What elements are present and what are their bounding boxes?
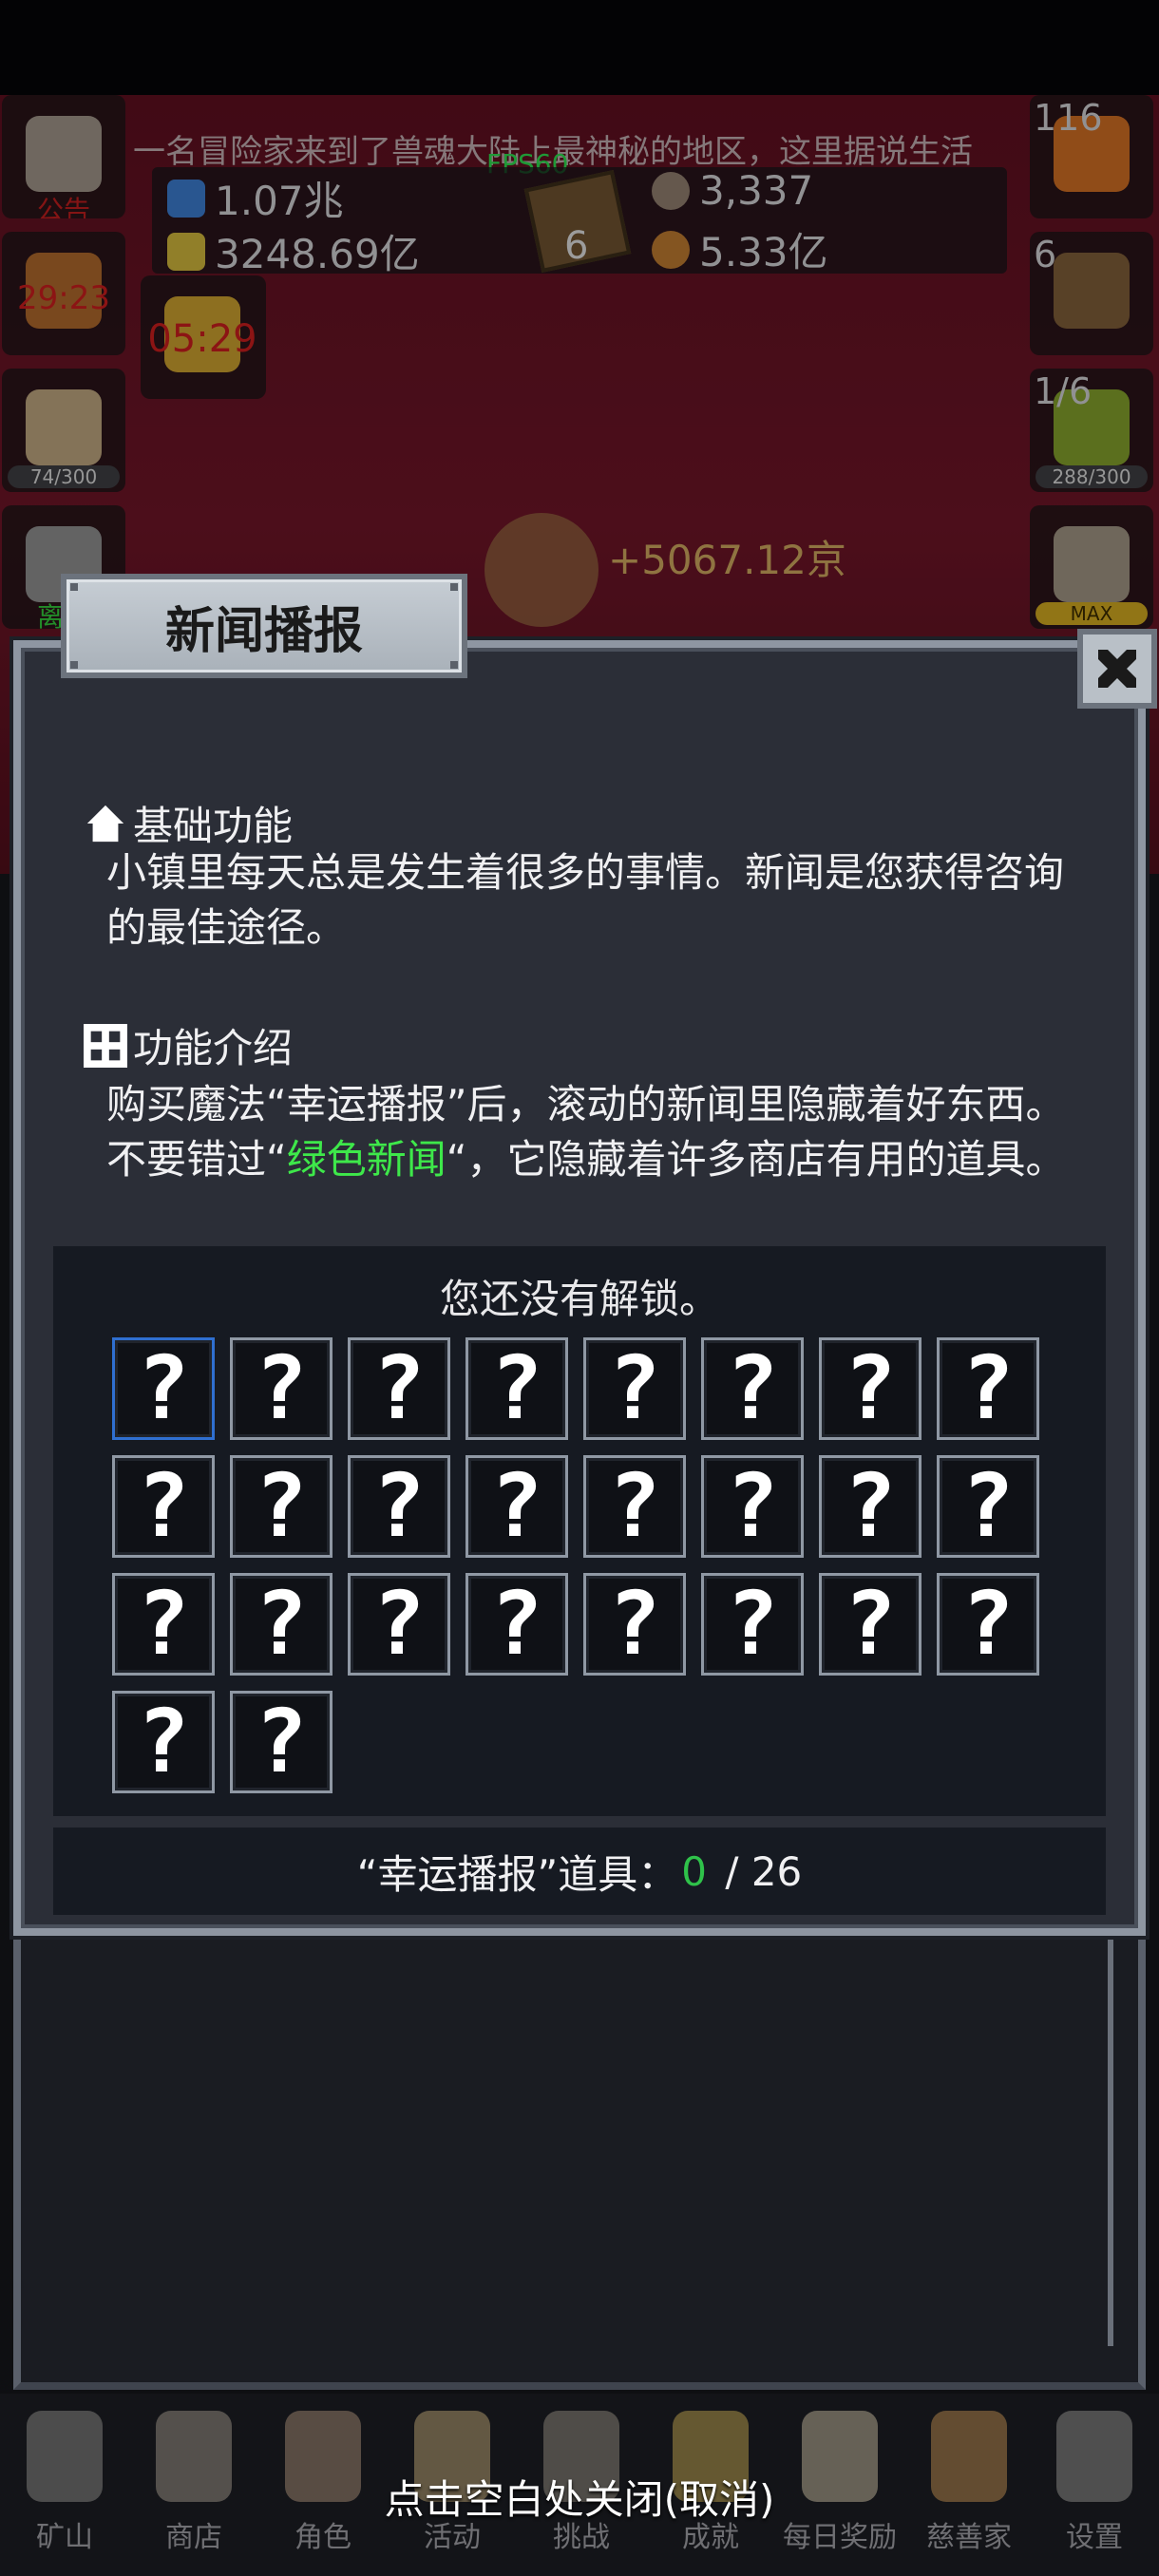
- rivet-icon: [450, 583, 458, 591]
- rivet-icon: [70, 583, 78, 591]
- locked-item-cell[interactable]: ?: [112, 1455, 215, 1558]
- locked-item-cell[interactable]: ?: [466, 1455, 568, 1558]
- question-mark-icon: ?: [844, 1573, 897, 1675]
- counter-total: 26: [750, 1847, 803, 1895]
- question-mark-icon: ?: [255, 1337, 308, 1439]
- locked-message: 您还没有解锁。: [439, 1276, 719, 1322]
- item-counter: “幸运播报”道具： 0 / 26: [53, 1828, 1106, 1915]
- locked-item-cell[interactable]: ?: [348, 1337, 450, 1440]
- question-mark-icon: ?: [844, 1455, 897, 1557]
- rivet-icon: [450, 661, 458, 669]
- question-mark-icon: ?: [255, 1691, 308, 1792]
- locked-item-cell[interactable]: ?: [701, 1337, 804, 1440]
- locked-item-cell[interactable]: ?: [230, 1573, 332, 1676]
- locked-item-cell[interactable]: ?: [230, 1455, 332, 1558]
- question-mark-icon: ?: [490, 1573, 543, 1675]
- question-mark-icon: ?: [961, 1573, 1015, 1675]
- locked-item-cell[interactable]: ?: [819, 1337, 922, 1440]
- rivet-icon: [70, 661, 78, 669]
- dialog-lower-area: [13, 1928, 1146, 2390]
- locked-item-cell[interactable]: ?: [583, 1455, 686, 1558]
- question-mark-icon: ?: [490, 1337, 543, 1439]
- close-button[interactable]: [1077, 629, 1157, 709]
- question-mark-icon: ?: [726, 1455, 779, 1557]
- locked-item-cell[interactable]: ?: [819, 1455, 922, 1558]
- question-mark-icon: ?: [137, 1455, 190, 1557]
- question-mark-icon: ?: [726, 1573, 779, 1675]
- intro-section-title: 功能介绍: [133, 1025, 294, 1071]
- question-mark-icon: ?: [137, 1573, 190, 1675]
- tap-to-close-hint[interactable]: 点击空白处关闭(取消): [0, 2468, 1159, 2526]
- collection-panel: 您还没有解锁。 ??????????????????????????: [53, 1246, 1106, 1816]
- question-mark-icon: ?: [255, 1455, 308, 1557]
- question-mark-icon: ?: [137, 1337, 190, 1439]
- locked-item-cell[interactable]: ?: [112, 1337, 215, 1440]
- basic-section-title: 基础功能: [133, 803, 294, 849]
- locked-item-cell[interactable]: ?: [583, 1337, 686, 1440]
- green-news-highlight: 绿色新闻: [286, 1136, 446, 1183]
- intro-text-part2: “，它隐藏着许多商店有用的道具。: [446, 1136, 1066, 1183]
- intro-section-header: 功能介绍: [84, 1016, 293, 1074]
- question-mark-icon: ?: [372, 1337, 426, 1439]
- locked-item-cell[interactable]: ?: [348, 1455, 450, 1558]
- close-icon: [1098, 650, 1136, 688]
- locked-item-cell[interactable]: ?: [937, 1455, 1039, 1558]
- counter-label: “幸运播报”道具：: [356, 1850, 678, 1898]
- home-icon: [86, 805, 124, 842]
- locked-item-cell[interactable]: ?: [112, 1691, 215, 1793]
- basic-section-body: 小镇里每天总是发生着很多的事情。新闻是您获得咨询的最佳途径。: [106, 849, 1065, 951]
- game-screen: 一名冒险家来到了兽魂大陆上最神秘的地区，这里据说生活 FPS60 1.07兆 3…: [0, 0, 1159, 2576]
- locked-item-cell[interactable]: ?: [583, 1573, 686, 1676]
- locked-item-cell[interactable]: ?: [112, 1573, 215, 1676]
- locked-item-cell[interactable]: ?: [937, 1337, 1039, 1440]
- locked-item-cell[interactable]: ?: [466, 1573, 568, 1676]
- locked-item-cell[interactable]: ?: [466, 1337, 568, 1440]
- counter-separator: /: [712, 1847, 751, 1895]
- locked-item-cell[interactable]: ?: [819, 1573, 922, 1676]
- counter-current: 0: [681, 1847, 707, 1895]
- intro-section-body: 购买魔法“幸运播报”后，滚动的新闻里隐藏着好东西。不要错过“绿色新闻“，它隐藏着…: [106, 1077, 1094, 1187]
- locked-item-cell[interactable]: ?: [701, 1455, 804, 1558]
- locked-item-cell[interactable]: ?: [230, 1691, 332, 1793]
- question-mark-icon: ?: [608, 1337, 661, 1439]
- question-mark-icon: ?: [137, 1691, 190, 1792]
- question-mark-icon: ?: [961, 1337, 1015, 1439]
- locked-item-cell[interactable]: ?: [348, 1573, 450, 1676]
- question-mark-icon: ?: [961, 1455, 1015, 1557]
- locked-item-cell[interactable]: ?: [937, 1573, 1039, 1676]
- locked-item-cell[interactable]: ?: [230, 1337, 332, 1440]
- question-mark-icon: ?: [844, 1337, 897, 1439]
- dialog-title-plate: 新闻播报: [61, 574, 467, 678]
- scrollbar[interactable]: [1108, 1938, 1113, 2346]
- question-mark-icon: ?: [372, 1573, 426, 1675]
- question-mark-icon: ?: [608, 1573, 661, 1675]
- grid-icon: [84, 1023, 127, 1068]
- question-mark-icon: ?: [255, 1573, 308, 1675]
- dialog-title: 新闻播报: [164, 602, 363, 660]
- locked-item-cell[interactable]: ?: [701, 1573, 804, 1676]
- question-mark-icon: ?: [490, 1455, 543, 1557]
- basic-section-header: 基础功能: [84, 794, 293, 852]
- question-mark-icon: ?: [608, 1455, 661, 1557]
- question-mark-icon: ?: [372, 1455, 426, 1557]
- question-mark-icon: ?: [726, 1337, 779, 1439]
